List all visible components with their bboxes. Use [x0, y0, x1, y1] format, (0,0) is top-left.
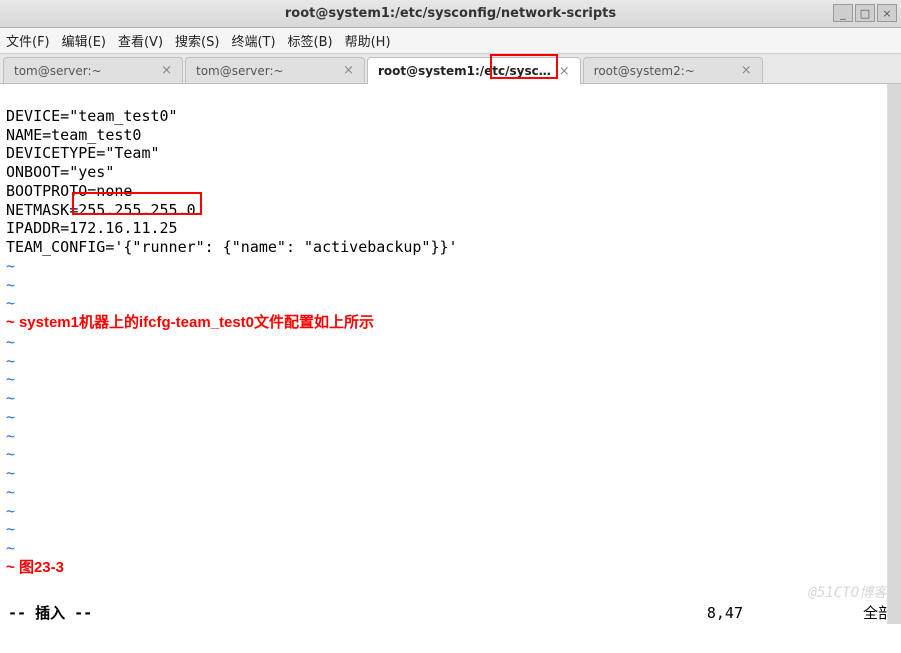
- config-line: BOOTPROTO=none: [6, 182, 132, 200]
- config-line: DEVICETYPE="Team": [6, 144, 160, 162]
- config-line: NAME=team_test0: [6, 126, 141, 144]
- vim-tilde: ~: [6, 352, 15, 370]
- close-icon[interactable]: ×: [741, 63, 752, 78]
- vim-tilde: ~: [6, 276, 15, 294]
- maximize-button[interactable]: □: [855, 4, 875, 22]
- vim-tilde: ~: [6, 370, 15, 388]
- scrollbar-thumb[interactable]: [888, 84, 901, 624]
- tab-1[interactable]: tom@server:~ ×: [3, 57, 183, 83]
- tab-label: tom@server:~: [14, 64, 153, 78]
- config-line: TEAM_CONFIG='{"runner": {"name": "active…: [6, 238, 458, 256]
- cursor-position: 8,47: [707, 604, 743, 623]
- close-icon[interactable]: ×: [559, 64, 570, 79]
- vim-tilde: ~: [6, 464, 15, 482]
- vim-tilde: ~: [6, 408, 15, 426]
- window-title: root@system1:/etc/sysconfig/network-scri…: [285, 6, 616, 21]
- vim-statusbar: -- 插入 -- 8,47 全部: [0, 602, 901, 624]
- menu-search[interactable]: 搜索(S): [175, 31, 219, 50]
- watermark: @51CTO博客: [808, 585, 887, 603]
- annotation-text: ~ system1机器上的ifcfg-team_test0文件配置如上所示: [6, 314, 374, 331]
- menu-edit[interactable]: 编辑(E): [62, 31, 106, 50]
- vim-mode: -- 插入 --: [8, 604, 92, 623]
- vim-tilde: ~: [6, 427, 15, 445]
- config-line: DEVICE="team_test0": [6, 107, 178, 125]
- minimize-button[interactable]: _: [833, 4, 853, 22]
- tab-4[interactable]: root@system2:~ ×: [583, 57, 763, 83]
- vim-tilde: ~: [6, 483, 15, 501]
- config-line: ONBOOT="yes": [6, 163, 114, 181]
- tab-label: tom@server:~: [196, 64, 335, 78]
- titlebar: root@system1:/etc/sysconfig/network-scri…: [0, 0, 901, 28]
- tabbar: tom@server:~ × tom@server:~ × root@syste…: [0, 54, 901, 84]
- tab-label: root@system1:/etc/sysc…: [378, 64, 551, 78]
- close-icon[interactable]: ×: [161, 63, 172, 78]
- vim-tilde: ~: [6, 333, 15, 351]
- vim-tilde: ~: [6, 520, 15, 538]
- menu-file[interactable]: 文件(F): [6, 31, 50, 50]
- menu-tabs[interactable]: 标签(B): [288, 31, 333, 50]
- tab-3-active[interactable]: root@system1:/etc/sysc… ×: [367, 57, 581, 84]
- window-controls: _ □ ×: [833, 4, 897, 22]
- vim-tilde: ~: [6, 539, 15, 557]
- vim-tilde: ~: [6, 294, 15, 312]
- figure-label: ~ 图23-3: [6, 559, 64, 576]
- config-line: IPADDR=172.16.11.25: [6, 219, 178, 237]
- vim-tilde: ~: [6, 502, 15, 520]
- scrollbar[interactable]: [887, 84, 901, 624]
- menu-help[interactable]: 帮助(H): [345, 31, 391, 50]
- tab-2[interactable]: tom@server:~ ×: [185, 57, 365, 83]
- close-button[interactable]: ×: [877, 4, 897, 22]
- menubar: 文件(F) 编辑(E) 查看(V) 搜索(S) 终端(T) 标签(B) 帮助(H…: [0, 28, 901, 54]
- close-icon[interactable]: ×: [343, 63, 354, 78]
- menu-view[interactable]: 查看(V): [118, 31, 163, 50]
- tab-label: root@system2:~: [594, 64, 733, 78]
- vim-tilde: ~: [6, 389, 15, 407]
- config-line: NETMASK=255.255.255.0: [6, 201, 196, 219]
- terminal-content[interactable]: DEVICE="team_test0" NAME=team_test0 DEVI…: [0, 84, 901, 624]
- vim-tilde: ~: [6, 445, 15, 463]
- vim-tilde: ~: [6, 257, 15, 275]
- menu-terminal[interactable]: 终端(T): [231, 31, 275, 50]
